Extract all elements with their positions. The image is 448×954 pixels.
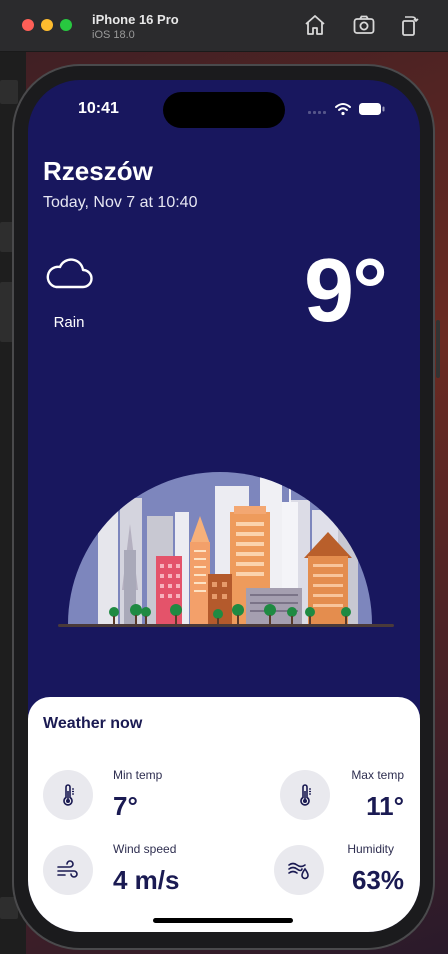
home-icon[interactable] [303, 13, 327, 37]
min-temp-label: Min temp [113, 768, 163, 782]
max-temp-icon-badge [280, 770, 330, 820]
city-name: Rzeszów [43, 156, 153, 186]
min-temp-icon-badge [43, 770, 93, 820]
wind-speed-label: Wind speed [113, 842, 177, 856]
phone-screen: 10:41 Rzeszów Today, Nov 7 at 10:40 Rain… [28, 80, 420, 932]
humidity-icon [288, 862, 309, 880]
close-window-button[interactable] [22, 19, 34, 31]
minimize-window-button[interactable] [41, 19, 53, 31]
device-name: iPhone 16 Pro [92, 12, 179, 27]
zoom-window-button[interactable] [60, 19, 72, 31]
cloud-icon [46, 258, 93, 289]
desktop-panel [0, 80, 18, 104]
humidity-icon-badge [274, 845, 324, 895]
max-temp-value: 11° [366, 791, 404, 821]
power-button [436, 320, 440, 378]
signal-icon [308, 111, 326, 114]
status-icons [308, 103, 385, 116]
max-temp-label: Max temp [351, 768, 404, 782]
city-skyline-illustration [58, 472, 394, 627]
date-time: Today, Nov 7 at 10:40 [43, 194, 198, 211]
humidity-value: 63% [351, 865, 404, 895]
battery-icon [359, 103, 385, 115]
card-title: Weather now [43, 715, 143, 732]
wind-speed-value: 4 m/s [113, 865, 180, 895]
wind-icon-badge [43, 845, 93, 895]
dynamic-island [163, 92, 285, 128]
thermometer-icon [63, 784, 74, 806]
wind-icon [57, 860, 78, 878]
wifi-icon [335, 103, 351, 111]
os-version: iOS 18.0 [92, 29, 135, 41]
min-temp-value: 7° [113, 791, 138, 821]
humidity-label: Humidity [347, 842, 394, 856]
rotate-icon[interactable] [397, 13, 421, 37]
current-temperature: 9° [303, 241, 388, 341]
status-time: 10:41 [78, 100, 119, 117]
weather-now-card: Weather now Min temp 7° Max temp 11° Win… [28, 697, 420, 932]
weather-condition: Rain [53, 314, 85, 331]
thermometer-icon [300, 784, 311, 806]
screenshot-icon[interactable] [352, 13, 376, 37]
simulator-title-bar: iPhone 16 Pro iOS 18.0 [0, 0, 448, 52]
home-indicator[interactable] [153, 918, 293, 923]
